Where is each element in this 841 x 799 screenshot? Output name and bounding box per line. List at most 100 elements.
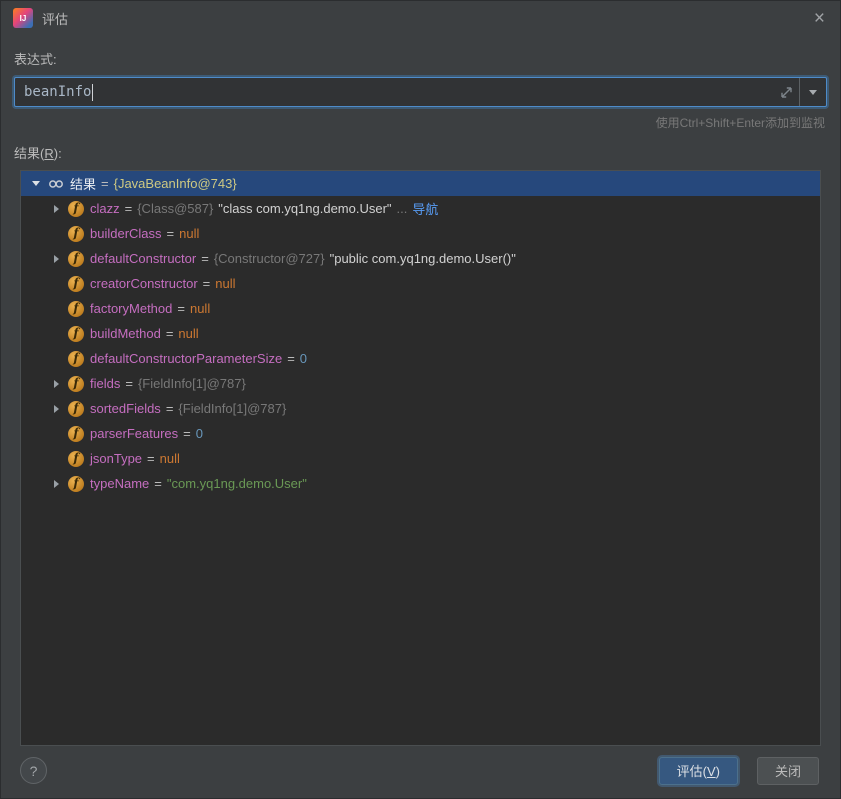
field-icon: f bbox=[68, 425, 84, 442]
variable-value: null bbox=[159, 451, 180, 466]
variable-value: null bbox=[215, 276, 236, 291]
variable-value: null bbox=[178, 326, 199, 341]
window-close-icon[interactable]: × bbox=[811, 9, 828, 28]
variable-value: = bbox=[124, 201, 133, 216]
result-tree: 结果 = {JavaBeanInfo@743} f clazz = {Class@587} "… bbox=[20, 170, 821, 746]
evaluate-dialog: IJ 评估 × 表达式: beanInfo 使用Ctrl+Shift+Enter… bbox=[0, 0, 841, 799]
variable-value: = bbox=[101, 176, 109, 191]
variable-row[interactable]: f builderClass = null bbox=[21, 221, 820, 246]
variable-row[interactable]: f typeName = "com.yq1ng.demo.User" bbox=[21, 471, 820, 496]
variable-name: factoryMethod bbox=[90, 301, 173, 316]
dialog-content: 表达式: beanInfo 使用Ctrl+Shift+Enter添加到监视 结果… bbox=[0, 36, 841, 746]
chevron-right-icon[interactable] bbox=[49, 402, 63, 416]
variable-value: null bbox=[189, 301, 211, 316]
variable-row[interactable]: f clazz = {Class@587} "class com.yq1ng.demo.… bbox=[21, 196, 820, 221]
footer: ? 评估(V) 关闭 bbox=[0, 746, 841, 799]
field-icon: f bbox=[68, 325, 84, 342]
variable-row[interactable]: f buildMethod = null bbox=[21, 321, 820, 346]
variable-value: {Constructor@727} bbox=[213, 251, 325, 266]
chevron-right-icon[interactable] bbox=[49, 202, 63, 216]
help-button[interactable]: ? bbox=[20, 757, 47, 784]
result-label-suffix: ): bbox=[53, 146, 62, 161]
variable-value: = bbox=[287, 351, 295, 366]
expand-editor-icon[interactable] bbox=[773, 78, 799, 106]
field-icon: f bbox=[68, 350, 84, 367]
variable-value: null bbox=[179, 226, 200, 241]
variable-value: {Class@587} bbox=[137, 201, 214, 216]
variable-value: 0 bbox=[299, 351, 308, 366]
variable-value: "class com.yq1ng.demo.User" bbox=[218, 201, 392, 216]
variable-name: typeName bbox=[90, 476, 150, 491]
expression-text: beanInfo bbox=[24, 84, 92, 100]
expression-input[interactable]: beanInfo bbox=[15, 78, 773, 106]
field-icon: f bbox=[68, 400, 84, 417]
titlebar: IJ 评估 × bbox=[0, 0, 841, 36]
chevron-right-icon[interactable] bbox=[49, 477, 63, 491]
evaluate-button[interactable]: 评估(V) bbox=[658, 756, 738, 785]
variable-value: "public com.yq1ng.demo.User()" bbox=[329, 251, 516, 266]
navigate-link[interactable]: 导航 bbox=[412, 199, 438, 218]
evaluate-button-mnemonic: V bbox=[706, 764, 716, 779]
chevron-down-icon[interactable] bbox=[29, 177, 43, 191]
variable-value: = bbox=[165, 401, 174, 416]
dialog-title: 评估 bbox=[42, 11, 69, 27]
variable-name: jsonType bbox=[90, 451, 143, 466]
variable-row[interactable]: f defaultConstructor = {Constructor@727} "pu… bbox=[21, 246, 820, 271]
variable-value: {JavaBeanInfo@743} bbox=[113, 176, 237, 191]
variable-name: builderClass bbox=[90, 226, 162, 241]
result-label: 结果(R): bbox=[14, 143, 827, 162]
variable-value: {FieldInfo[1]@787} bbox=[178, 401, 287, 416]
variable-value: = bbox=[154, 476, 162, 491]
variable-value: = bbox=[201, 251, 209, 266]
variable-row[interactable]: f factoryMethod = null bbox=[21, 296, 820, 321]
variable-value: = bbox=[147, 451, 155, 466]
field-icon: f bbox=[68, 475, 84, 492]
field-icon: f bbox=[68, 225, 84, 242]
field-icon: f bbox=[68, 450, 84, 467]
result-root-row[interactable]: 结果 = {JavaBeanInfo@743} bbox=[21, 171, 820, 196]
add-to-watches-hint: 使用Ctrl+Shift+Enter添加到监视 bbox=[655, 116, 825, 130]
variable-name: clazz bbox=[90, 201, 120, 216]
variable-value: = bbox=[177, 301, 185, 316]
intellij-logo-icon: IJ bbox=[13, 8, 33, 28]
variable-row[interactable]: f fields = {FieldInfo[1]@787} bbox=[21, 371, 820, 396]
field-icon: f bbox=[68, 275, 84, 292]
close-button[interactable]: 关闭 bbox=[756, 756, 819, 785]
variable-value: ... bbox=[396, 201, 408, 216]
chevron-right-icon[interactable] bbox=[49, 377, 63, 391]
history-dropdown-button[interactable] bbox=[799, 78, 826, 106]
field-icon: f bbox=[68, 250, 84, 267]
variable-name: defaultConstructorParameterSize bbox=[90, 351, 283, 366]
variable-row[interactable]: f defaultConstructorParameterSize = 0 bbox=[21, 346, 820, 371]
variable-name: 结果 bbox=[70, 177, 97, 192]
variable-row[interactable]: f creatorConstructor = null bbox=[21, 271, 820, 296]
expression-label: 表达式: bbox=[14, 52, 57, 67]
variable-value: 0 bbox=[195, 426, 203, 441]
variable-row[interactable]: f sortedFields = {FieldInfo[1]@787} bbox=[21, 396, 820, 421]
variable-name: parserFeatures bbox=[90, 426, 179, 441]
variable-name: buildMethod bbox=[90, 326, 161, 341]
chevron-right-icon[interactable] bbox=[49, 252, 63, 266]
help-icon: ? bbox=[29, 762, 38, 779]
field-icon: f bbox=[68, 200, 84, 217]
variable-row[interactable]: f parserFeatures = 0 bbox=[21, 421, 820, 446]
result-label-prefix: 结果( bbox=[14, 146, 45, 161]
variable-name: defaultConstructor bbox=[90, 251, 197, 266]
variable-name: sortedFields bbox=[90, 401, 161, 416]
expression-combo: beanInfo bbox=[14, 77, 827, 107]
chevron-down-icon bbox=[809, 89, 817, 95]
field-icon: f bbox=[68, 300, 84, 317]
evaluate-button-label-suffix: ) bbox=[715, 764, 720, 779]
variable-value: "com.yq1ng.demo.User" bbox=[166, 476, 307, 491]
evaluate-button-label-prefix: 评估( bbox=[676, 764, 707, 779]
variable-name: creatorConstructor bbox=[90, 276, 198, 291]
variable-row[interactable]: f jsonType = null bbox=[21, 446, 820, 471]
variable-value: = bbox=[183, 426, 191, 441]
